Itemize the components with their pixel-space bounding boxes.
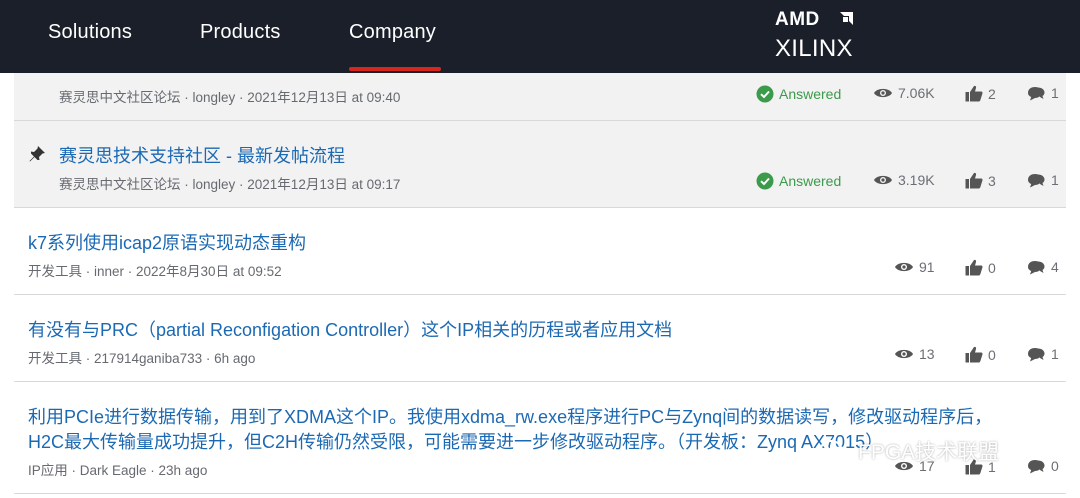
watermark-text: FPGA技术联盟 <box>858 441 1000 464</box>
views-value: 3.19K <box>898 172 935 188</box>
likes-count[interactable]: 2 <box>965 85 996 102</box>
chat-bubbles-icon <box>1028 460 1045 474</box>
post-row[interactable]: 赛灵思中文社区论坛 · longley · 2021年12月13日 at 09:… <box>14 73 1066 121</box>
views-value: 7.06K <box>898 85 935 101</box>
views-value: 91 <box>919 259 935 275</box>
post-meta: 开发工具 · 217914ganiba733 · 6h ago <box>28 351 256 366</box>
likes-value: 0 <box>988 346 996 363</box>
active-nav-indicator <box>349 67 441 71</box>
replies-count: 1 <box>1026 85 1059 101</box>
replies-count: 1 <box>1026 172 1059 188</box>
eye-icon <box>874 88 892 98</box>
post-row[interactable]: 赛灵思技术支持社区 - 最新发帖流程 赛灵思中文社区论坛 · longley ·… <box>14 121 1066 208</box>
chat-bubbles-icon <box>1028 174 1045 188</box>
replies-value: 1 <box>1051 346 1059 362</box>
post-meta: 开发工具 · inner · 2022年8月30日 at 09:52 <box>28 264 282 279</box>
views-count: 7.06K <box>873 85 935 101</box>
wechat-icon <box>820 440 850 462</box>
nav-solutions[interactable]: Solutions <box>48 21 132 44</box>
thumbs-up-icon <box>965 85 983 102</box>
chat-bubbles-icon <box>1028 348 1045 362</box>
views-count: 13 <box>894 346 935 362</box>
replies-count: 0 <box>1026 458 1059 474</box>
eye-icon <box>895 349 913 359</box>
post-meta: 赛灵思中文社区论坛 · longley · 2021年12月13日 at 09:… <box>59 177 401 192</box>
post-row[interactable]: k7系列使用icap2原语实现动态重构 开发工具 · inner · 2022年… <box>14 208 1066 295</box>
amd-xilinx-logo[interactable]: AMD XILINX <box>775 8 865 64</box>
answered-label: Answered <box>779 173 842 189</box>
post-title-link-line2[interactable]: H2C最大传输量成功提升，但C2H传输仍然受限，可能需要进一步修改驱动程序。（开… <box>28 428 883 454</box>
post-meta: 赛灵思中文社区论坛 · longley · 2021年12月13日 at 09:… <box>59 90 401 105</box>
likes-count[interactable]: 0 <box>965 259 996 276</box>
logo-amd-text: AMD <box>775 9 820 30</box>
check-circle-icon <box>756 85 774 103</box>
thumbs-up-icon <box>965 259 983 276</box>
wechat-watermark: FPGA技术联盟 <box>820 436 999 466</box>
post-title-link[interactable]: 赛灵思技术支持社区 - 最新发帖流程 <box>59 142 345 168</box>
eye-icon <box>895 262 913 272</box>
answered-badge: Answered <box>756 85 841 103</box>
post-title-link[interactable]: 有没有与PRC（partial Reconfigation Controller… <box>28 316 672 342</box>
logo-xilinx-text: XILINX <box>775 35 853 62</box>
likes-value: 2 <box>988 85 996 102</box>
likes-value: 0 <box>988 259 996 276</box>
views-count: 91 <box>894 259 935 275</box>
post-title-link-line1[interactable]: 利用PCIe进行数据传输，用到了XDMA这个IP。我使用xdma_rw.exe程… <box>28 403 992 429</box>
amd-arrow-icon <box>840 12 853 25</box>
views-count: 3.19K <box>873 172 935 188</box>
replies-value: 4 <box>1051 259 1059 275</box>
replies-value: 1 <box>1051 172 1059 188</box>
pin-icon <box>29 146 45 162</box>
post-meta: IP应用 · Dark Eagle · 23h ago <box>28 463 208 478</box>
answered-badge: Answered <box>756 172 841 190</box>
check-circle-icon <box>756 172 774 190</box>
replies-count: 4 <box>1026 259 1059 275</box>
thumbs-up-icon <box>965 172 983 189</box>
replies-value: 0 <box>1051 458 1059 474</box>
replies-count: 1 <box>1026 346 1059 362</box>
likes-value: 3 <box>988 172 996 189</box>
likes-count[interactable]: 3 <box>965 172 996 189</box>
eye-icon <box>874 175 892 185</box>
chat-bubbles-icon <box>1028 87 1045 101</box>
nav-products[interactable]: Products <box>200 21 281 44</box>
views-value: 13 <box>919 346 935 362</box>
answered-label: Answered <box>779 86 842 102</box>
post-title-link[interactable]: k7系列使用icap2原语实现动态重构 <box>28 229 306 255</box>
post-row[interactable]: 有没有与PRC（partial Reconfigation Controller… <box>14 295 1066 382</box>
likes-count[interactable]: 0 <box>965 346 996 363</box>
thumbs-up-icon <box>965 346 983 363</box>
top-nav-bar: Solutions Products Company AMD XILINX <box>0 0 1080 73</box>
nav-company[interactable]: Company <box>349 21 436 44</box>
replies-value: 1 <box>1051 85 1059 101</box>
chat-bubbles-icon <box>1028 261 1045 275</box>
